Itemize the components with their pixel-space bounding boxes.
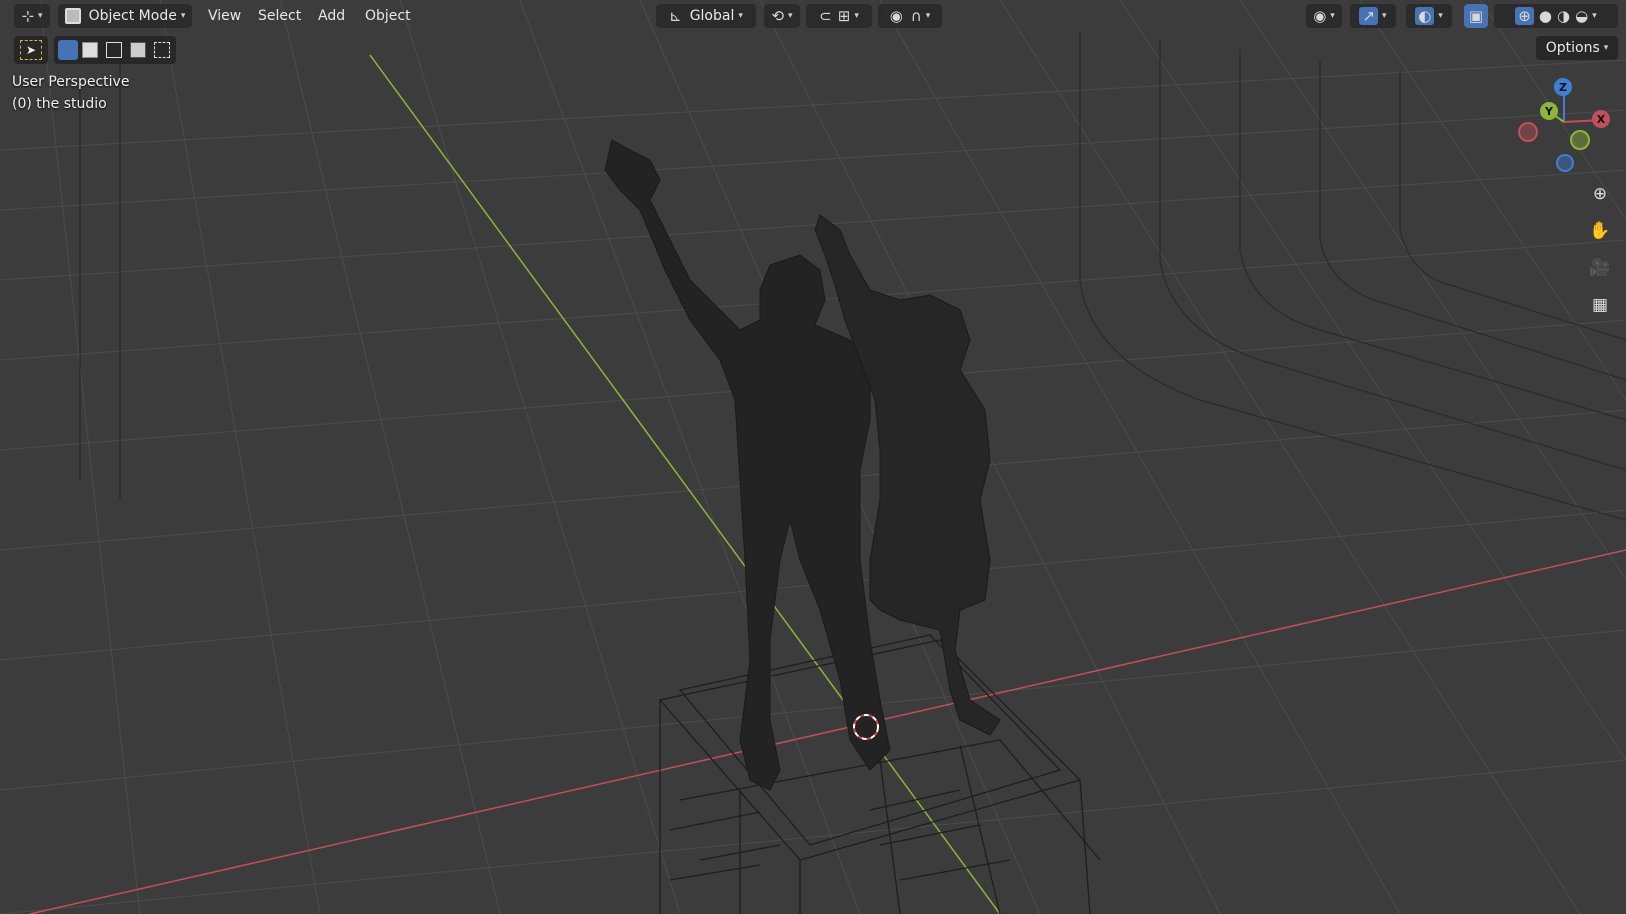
chevron-down-icon: ▾ [1330,11,1335,21]
wireframe-shading-icon[interactable]: ⊕ [1515,7,1534,25]
mode-subtract-icon[interactable] [106,42,122,58]
zoom-icon: ⊕ [1592,184,1608,204]
chevron-down-icon[interactable]: ▾ [1592,11,1597,21]
viewport-header: ⊹ ▾ Object Mode ▾ View Select Add Object … [0,0,1626,32]
viewport-canvas[interactable] [0,0,1626,914]
chevron-down-icon: ▾ [738,11,743,21]
gizmo-neg-y-axis[interactable] [1570,130,1590,150]
visibility-button[interactable]: ◉ ▾ [1306,4,1342,28]
pan-hand-icon: ✋ [1589,221,1611,241]
3d-viewport[interactable] [0,0,1626,914]
chevron-down-icon: ▾ [1603,43,1609,53]
mode-label: Object Mode [88,8,177,24]
snap-group[interactable]: ⊂ ⊞ ▾ [806,4,872,28]
shading-modes: ⊕ ● ◑ ◒ ▾ [1494,4,1618,28]
chevron-down-icon: ▾ [1382,11,1387,21]
selection-mode-group [54,36,176,64]
options-label: Options [1545,40,1600,56]
gizmo-neg-x-axis[interactable] [1518,122,1538,142]
xray-icon: ▣ [1468,7,1484,25]
mode-selector[interactable]: Object Mode ▾ [58,4,192,28]
mode-extend-icon[interactable] [82,42,98,58]
ortho-toggle-button[interactable]: ▦ [1584,289,1616,321]
pivot-icon: ⟲ [771,7,785,25]
collection-label: (0) the studio [12,96,107,112]
menu-view[interactable]: View [200,4,249,28]
perspective-label: User Perspective [12,74,130,90]
falloff-icon: ∩ [910,7,922,25]
chevron-down-icon: ▾ [1438,11,1443,21]
proportional-edit-icon: ◉ [889,7,903,25]
solid-shading-icon[interactable]: ● [1539,7,1552,25]
snap-increment-icon: ⊞ [837,7,851,25]
mode-intersect-icon[interactable] [154,42,170,58]
mode-new-icon[interactable] [58,40,78,60]
gizmo-neg-z-axis[interactable] [1556,154,1574,172]
gizmo-icon: ↗ [1359,7,1379,25]
mode-invert-icon[interactable] [130,42,146,58]
menu-object[interactable]: Object [357,4,419,28]
zoom-button[interactable]: ⊕ [1584,178,1616,210]
eye-icon: ◉ [1313,7,1327,25]
navigation-gizmo[interactable]: Z X Y [1510,76,1620,176]
pivot-point-button[interactable]: ⟲ ▾ [764,4,800,28]
grid-view-icon: ▦ [1591,295,1609,315]
editor-type-button[interactable]: ⊹ ▾ [14,4,50,28]
transform-orientation[interactable]: ⊾ Global ▾ [656,4,756,28]
select-tool-group: ➤ [14,36,48,64]
editor-type-icon: ⊹ [21,7,35,25]
camera-icon: 🎥 [1589,258,1611,278]
pan-button[interactable]: ✋ [1584,215,1616,247]
options-button[interactable]: Options ▾ [1536,36,1618,60]
gizmo-y-axis[interactable]: Y [1540,102,1558,120]
object-mode-icon [64,8,81,24]
menu-add[interactable]: Add [310,4,353,28]
chevron-down-icon: ▾ [788,11,793,21]
chevron-down-icon: ▾ [925,11,931,21]
chevron-down-icon: ▾ [854,11,859,21]
chevron-down-icon: ▾ [180,11,186,21]
overlay-icon: ◐ [1415,7,1435,25]
xray-toggle[interactable]: ▣ [1464,4,1488,28]
menu-select[interactable]: Select [250,4,309,28]
gizmo-toggle[interactable]: ↗ ▾ [1350,4,1396,28]
gizmo-z-axis[interactable]: Z [1554,78,1572,96]
gizmo-x-axis[interactable]: X [1592,110,1610,128]
orientation-label: Global [689,8,735,24]
snap-icon: ⊂ [819,7,832,25]
proportional-edit-group[interactable]: ◉ ∩ ▾ [878,4,942,28]
material-shading-icon[interactable]: ◑ [1557,7,1570,25]
orientation-icon: ⊾ [669,7,682,25]
camera-view-button[interactable]: 🎥 [1584,252,1616,284]
chevron-down-icon: ▾ [38,11,43,21]
select-box-icon[interactable]: ➤ [20,40,42,60]
rendered-shading-icon[interactable]: ◒ [1575,7,1588,25]
overlay-toggle[interactable]: ◐ ▾ [1406,4,1452,28]
